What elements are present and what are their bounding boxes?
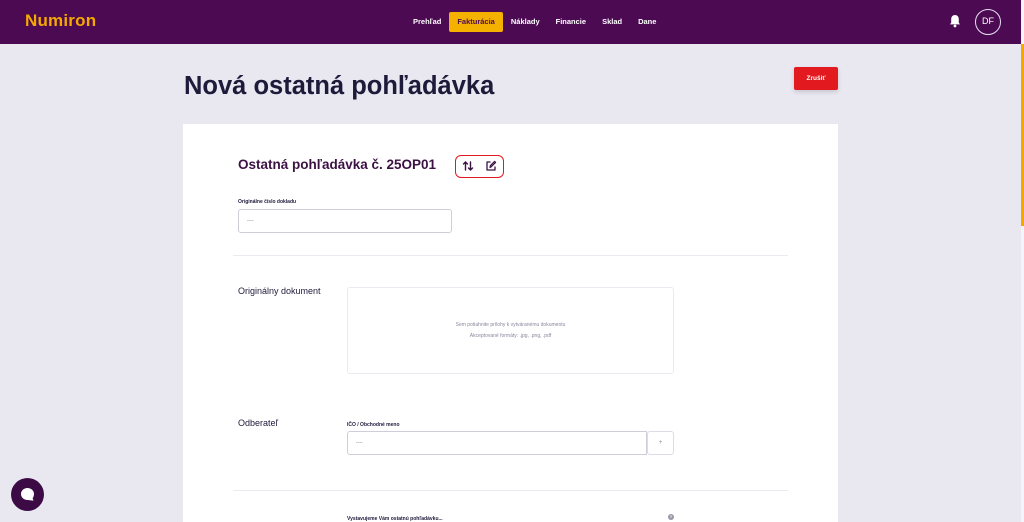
help-icon[interactable]: ? <box>668 514 674 520</box>
original-number-input[interactable] <box>238 209 452 233</box>
customer-field-label: IČO / Obchodné meno <box>347 422 400 428</box>
nav-item-financie[interactable]: Financie <box>548 12 594 32</box>
attachment-dropzone[interactable]: Sem potiahnite prílohy k vytváranému dok… <box>347 287 674 374</box>
cancel-button[interactable]: Zrušiť <box>794 67 838 90</box>
nav-item-prehlad[interactable]: Prehľad <box>405 12 449 32</box>
original-number-label: Originálne číslo dokladu <box>238 199 297 205</box>
sort-icon[interactable] <box>462 160 474 172</box>
page-title: Nová ostatná pohľadávka <box>184 72 495 100</box>
section-divider <box>233 490 788 491</box>
issuing-label: Vystavujeme Vám ostatnú pohľadávku... <box>347 516 443 522</box>
chat-widget-button[interactable] <box>11 478 44 511</box>
nav-item-naklady[interactable]: Náklady <box>503 12 548 32</box>
top-navigation-bar: Numiron Prehľad Fakturácia Náklady Finan… <box>0 0 1021 44</box>
document-title: Ostatná pohľadávka č. 25OP01 <box>238 157 437 172</box>
customer-section-label: Odberateľ <box>238 418 279 428</box>
add-customer-button[interactable]: + <box>647 431 674 455</box>
document-number-actions <box>455 155 504 178</box>
section-divider <box>233 255 788 256</box>
nav-item-dane[interactable]: Dane <box>630 12 664 32</box>
app-logo[interactable]: Numiron <box>25 11 96 31</box>
user-avatar[interactable]: DF <box>975 9 1001 35</box>
bell-icon[interactable] <box>949 14 961 28</box>
chat-icon <box>21 488 34 501</box>
main-nav: Prehľad Fakturácia Náklady Financie Skla… <box>405 12 664 32</box>
dropzone-formats: Akceptované formáty: .jpg, .png, .pdf <box>469 333 552 339</box>
original-document-label: Originálny dokument <box>238 286 321 296</box>
nav-item-fakturacia[interactable]: Fakturácia <box>449 12 503 32</box>
dropzone-instruction: Sem potiahnite prílohy k vytváranému dok… <box>455 322 566 328</box>
customer-search-input[interactable] <box>347 431 647 455</box>
edit-icon[interactable] <box>485 160 497 172</box>
nav-item-sklad[interactable]: Sklad <box>594 12 630 32</box>
